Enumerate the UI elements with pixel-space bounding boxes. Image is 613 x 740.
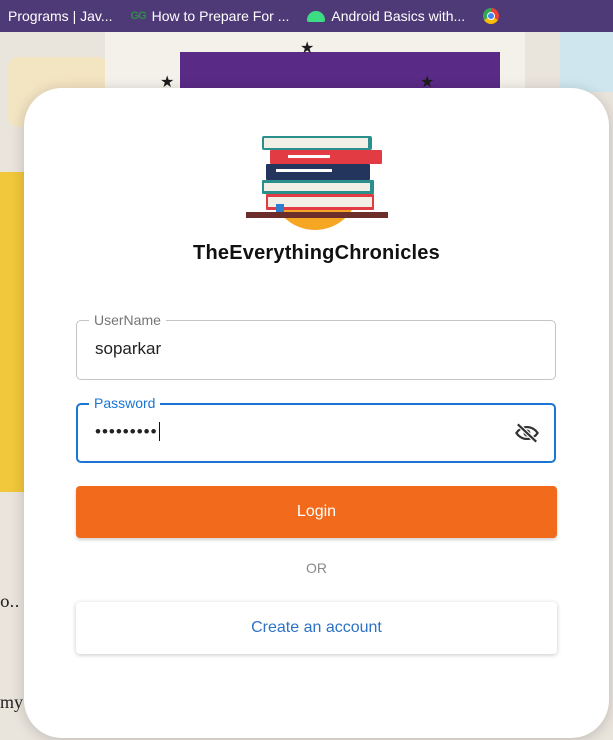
chrome-icon — [483, 8, 500, 24]
bookmark-android-basics[interactable]: Android Basics with... — [299, 0, 475, 32]
username-input[interactable]: soparkar — [95, 339, 161, 359]
bookmark-label: Programs | Jav... — [8, 8, 113, 24]
login-card: TheEverythingChronicles UserName soparka… — [24, 88, 609, 738]
background-thumbnail — [560, 32, 613, 92]
create-account-button[interactable]: Create an account — [76, 602, 557, 654]
password-label: Password — [89, 394, 161, 412]
or-divider-text: OR — [306, 560, 327, 576]
password-field[interactable]: Password ••••••••• — [76, 394, 556, 463]
gfg-icon: GG — [130, 10, 147, 22]
bookmarks-bar: Programs | Jav... GG How to Prepare For … — [0, 0, 613, 32]
star-icon: ★ — [300, 40, 315, 57]
bookmark-chrome[interactable] — [475, 0, 515, 32]
username-field[interactable]: UserName soparkar — [76, 311, 556, 380]
android-icon — [307, 10, 326, 22]
username-label: UserName — [89, 311, 166, 329]
bookmark-programs[interactable]: Programs | Jav... — [0, 0, 123, 32]
eye-off-icon[interactable] — [514, 420, 540, 446]
bookmark-label: Android Basics with... — [331, 8, 466, 24]
bookmark-how-to-prepare[interactable]: GG How to Prepare For ... — [123, 0, 300, 32]
login-button[interactable]: Login — [76, 486, 557, 538]
password-mask: ••••••••• — [95, 422, 158, 441]
app-title: TheEverythingChronicles — [193, 242, 440, 264]
books-stack-logo — [246, 136, 388, 230]
text-caret — [158, 422, 160, 441]
background-text: my — [0, 692, 24, 712]
background-text: o.. — [0, 592, 20, 611]
password-input[interactable]: ••••••••• — [95, 422, 160, 442]
bookmark-label: How to Prepare For ... — [151, 8, 290, 24]
